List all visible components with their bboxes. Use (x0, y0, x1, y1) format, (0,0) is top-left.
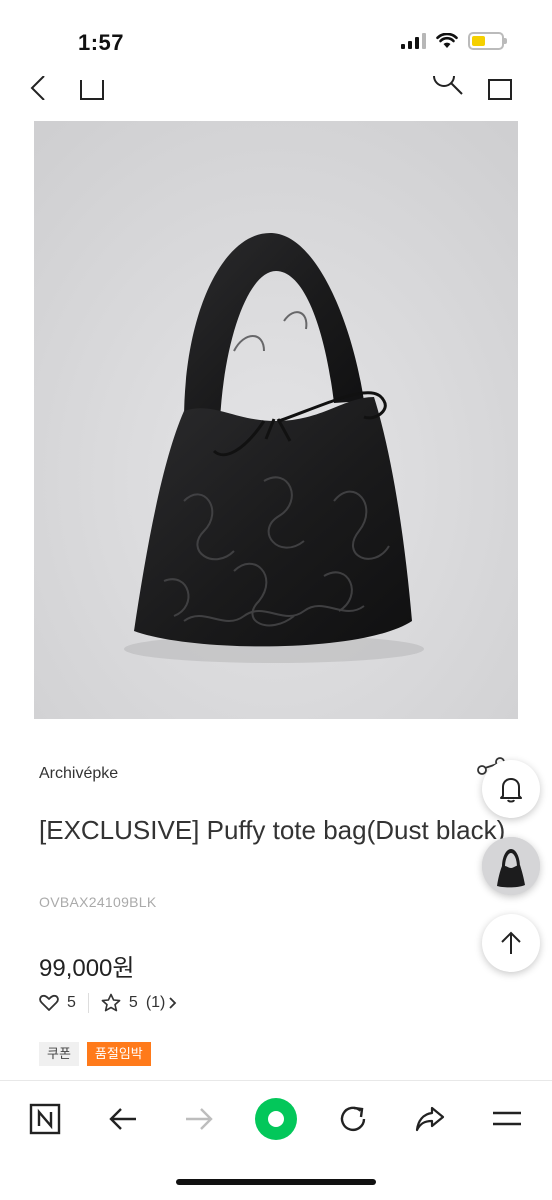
arrow-left-icon (109, 1108, 136, 1130)
top-nav (0, 76, 552, 102)
rating-value: 5 (128, 994, 138, 1011)
product-title: [EXCLUSIVE] Puffy tote bag(Dust black) (39, 815, 506, 845)
product-sku: OVBAX24109BLK (39, 894, 157, 910)
share-page-button[interactable] (408, 1097, 452, 1141)
brand-name[interactable]: Archivépke (39, 765, 118, 783)
signal-icon (401, 33, 426, 49)
status-icons (401, 32, 507, 50)
arrow-right-icon (186, 1108, 213, 1130)
battery-level (472, 36, 485, 46)
battery-icon (468, 32, 507, 50)
coupon-tag: 쿠폰 (39, 1042, 79, 1066)
recent-product-thumbnail[interactable] (482, 837, 540, 895)
reload-icon (340, 1106, 366, 1132)
search-icon[interactable] (430, 76, 466, 100)
bag-icon[interactable] (486, 76, 514, 100)
naver-home-button[interactable] (23, 1097, 67, 1141)
menu-button[interactable] (485, 1097, 529, 1141)
arrow-up-icon (501, 931, 521, 954)
product-price: 99,000원 (39, 955, 135, 982)
browser-toolbar (0, 1080, 552, 1200)
review-count[interactable]: (1) (146, 994, 166, 1012)
forward-button[interactable] (177, 1097, 221, 1141)
green-dot-button[interactable] (254, 1097, 298, 1141)
chevron-left-icon[interactable] (28, 76, 48, 100)
sold-out-soon-tag: 품절임박 (86, 1042, 151, 1066)
stats-divider (87, 993, 89, 1013)
likes-count: 5 (67, 994, 76, 1011)
reload-button[interactable] (331, 1097, 375, 1141)
product-image[interactable] (34, 121, 518, 719)
product-tags: 쿠폰 품절임박 (39, 1042, 151, 1066)
scroll-to-top-button[interactable] (482, 914, 540, 972)
menu-icon (493, 1111, 521, 1126)
green-dot-icon (255, 1098, 297, 1140)
bell-icon (500, 778, 522, 803)
home-icon[interactable] (78, 76, 106, 100)
notification-button[interactable] (482, 760, 540, 818)
star-icon (101, 993, 121, 1012)
chevron-right-icon[interactable] (168, 996, 178, 1010)
product-stats: 5 5 (1) (39, 993, 178, 1013)
home-indicator (176, 1179, 376, 1185)
heart-icon[interactable] (39, 994, 59, 1012)
recent-product-image (482, 837, 540, 895)
wifi-icon (436, 33, 458, 48)
status-bar: 1:57 (0, 0, 552, 80)
share-arrow-icon (415, 1106, 445, 1132)
naver-logo-icon (29, 1103, 61, 1135)
back-button[interactable] (101, 1097, 145, 1141)
status-time: 1:57 (78, 30, 125, 55)
